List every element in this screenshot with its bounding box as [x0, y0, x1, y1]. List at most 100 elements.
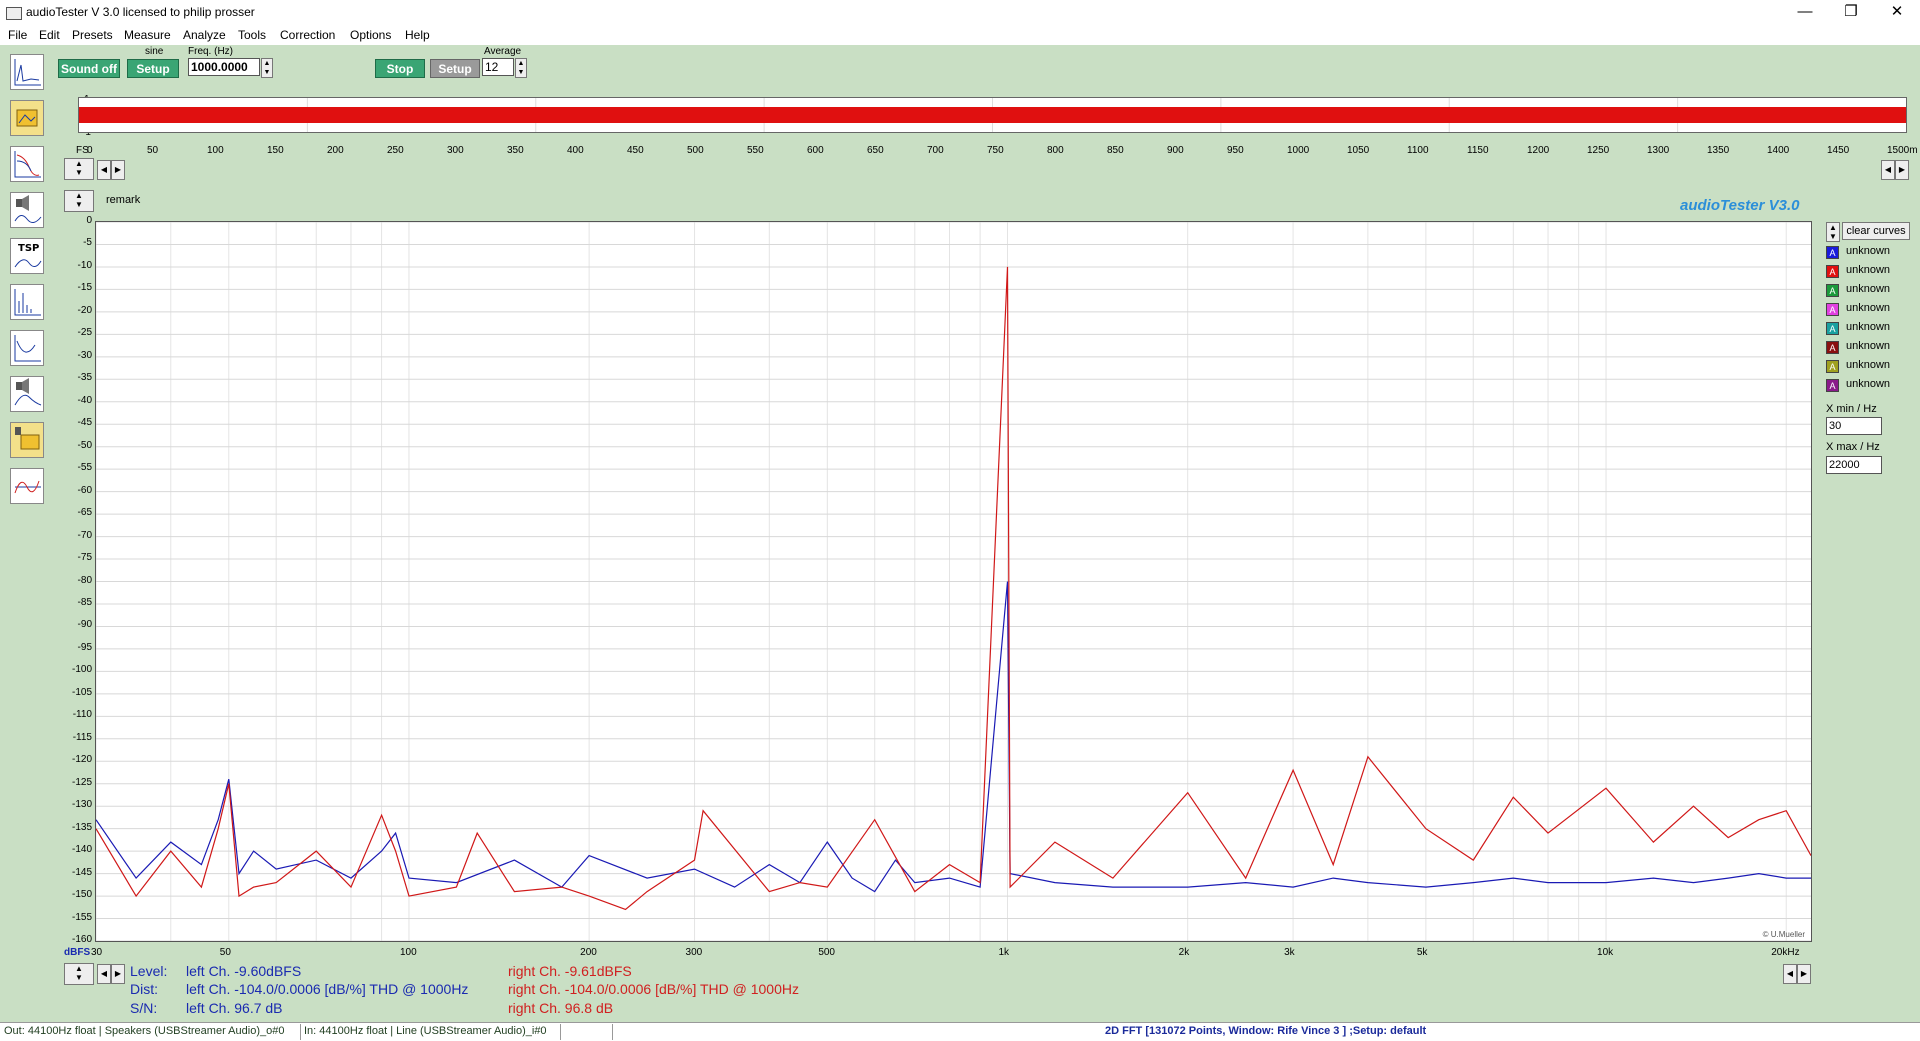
wave-x-tick: 700 — [927, 145, 944, 156]
fft-zoom-spinner[interactable]: ▲ ▼ — [64, 963, 94, 985]
speaker-measure-icon[interactable] — [10, 192, 44, 228]
fft-scroll-right[interactable]: ▶ — [111, 964, 125, 984]
menu-presets[interactable]: Presets — [72, 28, 113, 42]
fft-y-tick: -20 — [77, 304, 92, 316]
fft-y-axis: 0 -5 -10 -15 -20 -25 -30 -35 -40 -45 -50 -55 -60 -65 -… — [48, 214, 94, 949]
fft-scroll-right-end[interactable]: ▶ — [1797, 964, 1811, 984]
fft-x-tick: 20kHz — [1771, 947, 1800, 958]
wave-scroll-right-end[interactable]: ▶ — [1895, 160, 1909, 180]
title-bar: audioTester V 3.0 licensed to philip pro… — [0, 0, 1920, 26]
crossover-icon[interactable] — [10, 376, 44, 412]
wave-scroll-right[interactable]: ▶ — [111, 160, 125, 180]
fft-y-tick: -110 — [72, 709, 92, 721]
legend-color-swatch[interactable]: A — [1826, 265, 1839, 278]
legend-label: unknown — [1846, 283, 1891, 295]
fft-chart — [95, 221, 1812, 942]
average-input[interactable]: 12 — [482, 58, 514, 76]
wave-signal — [79, 107, 1906, 123]
spectrum-icon[interactable] — [10, 284, 44, 320]
fft-analyzer-icon[interactable] — [10, 54, 44, 90]
wave-x-tick: 200 — [327, 145, 344, 156]
legend-color-swatch[interactable]: A — [1826, 379, 1839, 392]
fft-x-tick: 1k — [998, 947, 1010, 958]
status-bar: Out: 44100Hz float | Speakers (USBStream… — [0, 1022, 1920, 1041]
wave-scroll-left[interactable]: ◀ — [97, 160, 111, 180]
restore-button[interactable]: ❐ — [1828, 0, 1874, 26]
left-level-value: left Ch. -9.60dBFS — [186, 963, 302, 979]
freq-label: Freq. (Hz) — [188, 46, 233, 57]
average-label: Average — [484, 46, 522, 57]
generator-setup-button[interactable]: Setup — [127, 59, 179, 78]
freq-spinner[interactable]: ▲ ▼ — [261, 58, 273, 78]
clear-curves-button[interactable]: clear curves — [1842, 222, 1910, 240]
fft-x-tick: 50 — [219, 947, 231, 958]
menu-analyze[interactable]: Analyze — [183, 28, 226, 42]
menu-help[interactable]: Help — [405, 28, 430, 42]
fft-y-tick: -30 — [77, 349, 92, 361]
fft-x-axis: 30 50 100 200 300 500 1k 2k 3k 5k 10k 20kHz — [91, 947, 1812, 961]
wave-x-tick: 1350 — [1707, 145, 1730, 156]
fft-x-tick: 2k — [1178, 947, 1190, 958]
xmin-input[interactable]: 30 — [1826, 417, 1882, 435]
minimize-button[interactable]: — — [1782, 0, 1828, 26]
wave-x-tick: 50 — [147, 145, 159, 156]
wave-x-tick: 1100 — [1407, 145, 1429, 156]
legend-color-swatch[interactable]: A — [1826, 284, 1839, 297]
wave-x-tick: 150 — [267, 145, 284, 156]
legend-label: unknown — [1846, 302, 1891, 314]
average-spinner[interactable]: ▲ ▼ — [515, 58, 527, 78]
fft-y-tick: -10 — [77, 259, 92, 271]
fft-y-tick: 0 — [86, 215, 92, 226]
legend-color-swatch[interactable]: A — [1826, 246, 1839, 259]
stop-button[interactable]: Stop — [375, 59, 425, 78]
window-title: audioTester V 3.0 licensed to philip pro… — [26, 5, 255, 19]
remark-spinner[interactable]: ▲ ▼ — [64, 190, 94, 212]
menu-tools[interactable]: Tools — [238, 28, 266, 42]
wave-x-tick: 800 — [1047, 145, 1064, 156]
fft-y-tick: -15 — [77, 282, 92, 294]
y-unit-label: dBFS — [64, 947, 91, 958]
wave-x-tick: 650 — [867, 145, 884, 156]
folder-icon[interactable] — [10, 100, 44, 136]
legend-color-swatch[interactable]: A — [1826, 341, 1839, 354]
waveform-icon[interactable] — [10, 468, 44, 504]
tsp-icon[interactable]: TSP — [10, 238, 44, 274]
wave-x-tick: 450 — [627, 145, 644, 156]
fft-y-tick: -75 — [77, 552, 92, 564]
menu-options[interactable]: Options — [350, 28, 391, 42]
fft-scroll-left[interactable]: ◀ — [97, 964, 111, 984]
wave-zoom-spinner[interactable]: ▲ ▼ — [64, 158, 94, 180]
legend-label: unknown — [1846, 378, 1891, 390]
menu-edit[interactable]: Edit — [39, 28, 60, 42]
legend-label: unknown — [1846, 245, 1891, 257]
fft-scroll-left-end[interactable]: ◀ — [1783, 964, 1797, 984]
fft-y-tick: -135 — [71, 821, 92, 833]
legend-color-swatch[interactable]: A — [1826, 322, 1839, 335]
right-sn-value: right Ch. 96.8 dB — [508, 1000, 614, 1016]
dist-label: Dist: — [130, 981, 158, 997]
fft-y-tick: -150 — [71, 889, 92, 901]
wave-x-tick: 1250 — [1587, 145, 1610, 156]
speaker-folder-icon[interactable] — [10, 422, 44, 458]
xmax-input[interactable]: 22000 — [1826, 456, 1882, 474]
close-button[interactable]: ✕ — [1874, 0, 1920, 26]
legend-color-swatch[interactable]: A — [1826, 360, 1839, 373]
wave-x-tick: 400 — [567, 145, 584, 156]
legend-spinner[interactable]: ▲ ▼ — [1826, 222, 1840, 242]
impedance-icon[interactable] — [10, 330, 44, 366]
remark-label: remark — [106, 194, 141, 206]
sound-off-button[interactable]: Sound off — [58, 59, 120, 78]
menu-file[interactable]: File — [8, 28, 27, 42]
status-divider — [612, 1024, 613, 1040]
menu-measure[interactable]: Measure — [124, 28, 171, 42]
menu-correction[interactable]: Correction — [280, 28, 335, 42]
fft-y-tick: -70 — [77, 529, 92, 541]
analyzer-setup-button[interactable]: Setup — [430, 59, 480, 78]
legend-color-swatch[interactable]: A — [1826, 303, 1839, 316]
fft-y-tick: -115 — [72, 731, 92, 743]
status-output: Out: 44100Hz float | Speakers (USBStream… — [4, 1025, 285, 1037]
wave-x-tick: 750 — [987, 145, 1004, 156]
waveform-x-axis: FS 0 50 100 150 200 250 300 350 400 450 500 550 600 65… — [0, 145, 1920, 159]
wave-scroll-left-end[interactable]: ◀ — [1881, 160, 1895, 180]
freq-input[interactable]: 1000.0000 — [188, 58, 260, 76]
